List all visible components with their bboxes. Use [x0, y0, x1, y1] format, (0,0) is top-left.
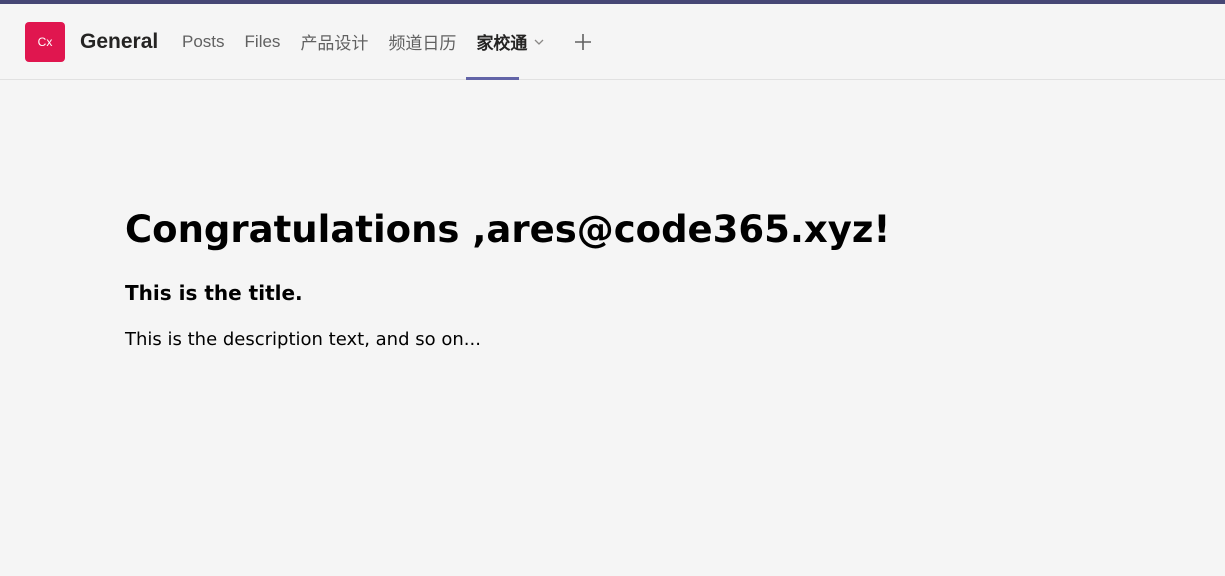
- tab-label: 家校通: [476, 34, 528, 53]
- plus-icon: [573, 32, 593, 56]
- tab-channel-calendar[interactable]: 频道日历: [378, 4, 466, 79]
- channel-tabs: Posts Files 产品设计 频道日历 家校通: [172, 4, 555, 80]
- channel-header: Cx General Posts Files 产品设计 频道日历 家校通: [0, 4, 1225, 80]
- add-tab-button[interactable]: [570, 31, 596, 57]
- tab-label: 频道日历: [388, 34, 457, 53]
- tab-files[interactable]: Files: [235, 4, 291, 79]
- tab-label: 产品设计: [300, 34, 369, 53]
- channel-title: General: [80, 30, 159, 53]
- page-heading: Congratulations ,ares@code365.xyz!: [125, 208, 891, 251]
- active-tab-indicator: [466, 77, 520, 80]
- tab-product-design[interactable]: 产品设计: [290, 4, 378, 79]
- tab-home-school[interactable]: 家校通: [466, 4, 555, 80]
- team-avatar-initials: Cx: [37, 35, 53, 49]
- team-avatar[interactable]: Cx: [25, 22, 65, 62]
- page-description: This is the description text, and so on.…: [125, 329, 481, 350]
- tab-label: Posts: [182, 31, 225, 51]
- tab-posts[interactable]: Posts: [172, 4, 235, 79]
- tab-content: Congratulations ,ares@code365.xyz! This …: [125, 205, 1185, 353]
- page-subtitle: This is the title.: [125, 281, 303, 305]
- chevron-down-icon[interactable]: [533, 36, 545, 48]
- tab-label: Files: [244, 31, 281, 51]
